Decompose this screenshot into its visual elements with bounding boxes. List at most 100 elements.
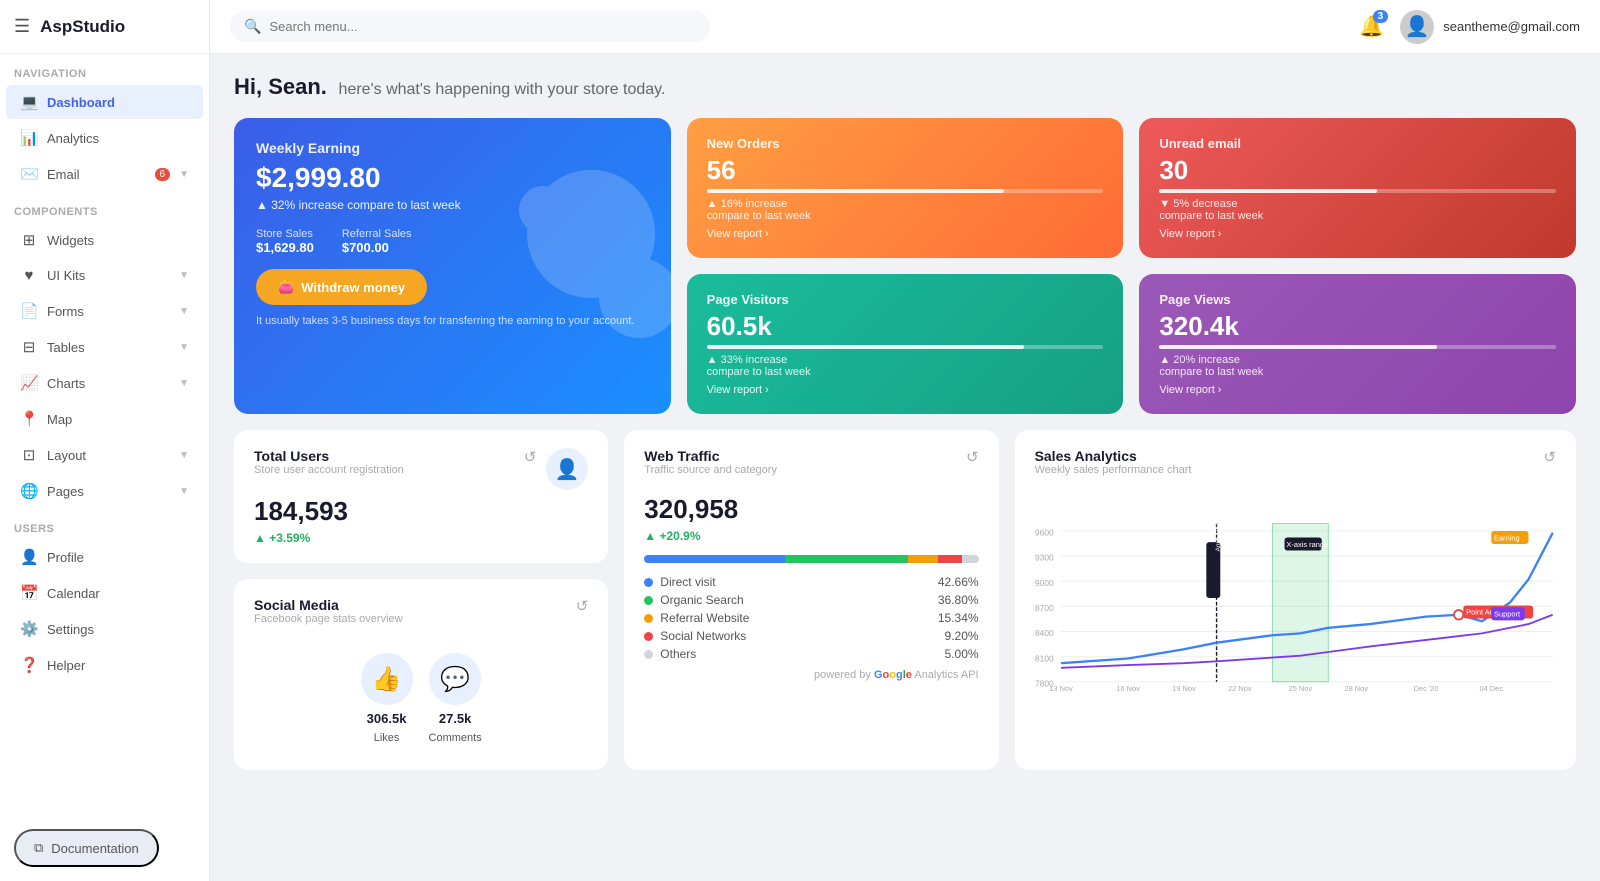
- traffic-referral-bar: [908, 555, 938, 563]
- topbar: 🔍 🔔 3 👤 seantheme@gmail.com: [210, 0, 1600, 54]
- sidebar-item-forms[interactable]: 📄 Forms ▼: [6, 294, 203, 328]
- hamburger-icon[interactable]: ☰: [14, 16, 30, 37]
- notification-bell[interactable]: 🔔 3: [1359, 14, 1384, 39]
- likes-count: 306.5k: [367, 711, 407, 726]
- social-icons-row: 👍 306.5k Likes 💬 27.5k Comments: [254, 653, 588, 744]
- sidebar-item-tables[interactable]: ⊟ Tables ▼: [6, 330, 203, 364]
- total-users-value: 184,593: [254, 496, 588, 527]
- svg-text:19 Nov: 19 Nov: [1172, 684, 1196, 693]
- svg-text:Support: Support: [1494, 610, 1521, 619]
- web-traffic-refresh[interactable]: ↺: [966, 448, 979, 466]
- legend-others: Others 5.00%: [644, 647, 978, 661]
- svg-text:28 Nov: 28 Nov: [1344, 684, 1368, 693]
- social-media-refresh[interactable]: ↺: [576, 597, 589, 615]
- avatar: 👤: [1400, 10, 1434, 44]
- new-orders-link[interactable]: View report ›: [707, 228, 769, 240]
- greeting: Hi, Sean. here's what's happening with y…: [234, 74, 1576, 100]
- sidebar-item-settings[interactable]: ⚙️ Settings: [6, 612, 203, 646]
- unread-email-title: Unread email: [1159, 136, 1556, 151]
- dot-others: [644, 650, 653, 659]
- traffic-social-bar: [938, 555, 961, 563]
- page-views-link[interactable]: View report ›: [1159, 384, 1221, 396]
- search-wrap[interactable]: 🔍: [230, 11, 710, 42]
- svg-text:8700: 8700: [1035, 603, 1054, 613]
- sales-analytics-refresh[interactable]: ↺: [1543, 448, 1556, 466]
- chevron-icon: ▼: [179, 450, 189, 461]
- page-visitors-bar-wrap: [707, 345, 1104, 349]
- sidebar-item-widgets[interactable]: ⊞ Widgets: [6, 223, 203, 257]
- users-section-label: Users: [0, 509, 209, 539]
- sidebar-item-label: Forms: [47, 304, 170, 319]
- analytics-icon: 📊: [20, 129, 38, 147]
- withdraw-button[interactable]: 👛 Withdraw money: [256, 269, 427, 305]
- store-sales-label: Store Sales: [256, 228, 314, 240]
- sidebar-item-map[interactable]: 📍 Map: [6, 402, 203, 436]
- sidebar-item-charts[interactable]: 📈 Charts ▼: [6, 366, 203, 400]
- bottom-grid: Total Users Store user account registrat…: [234, 430, 1576, 770]
- web-traffic-card: Web Traffic Traffic source and category …: [624, 430, 998, 770]
- sidebar-item-label: Analytics: [47, 131, 189, 146]
- comments-label: Comments: [429, 732, 482, 744]
- notification-badge: 3: [1373, 10, 1389, 23]
- weekly-change: ▲ 32% increase compare to last week: [256, 198, 649, 212]
- referral-sales-value: $700.00: [342, 240, 412, 255]
- sidebar-item-helper[interactable]: ❓ Helper: [6, 648, 203, 682]
- page-views-bar: [1159, 345, 1437, 349]
- dot-organic: [644, 596, 653, 605]
- page-visitors-link[interactable]: View report ›: [707, 384, 769, 396]
- greeting-subtitle: here's what's happening with your store …: [339, 81, 666, 98]
- weekly-note: It usually takes 3-5 business days for t…: [256, 315, 649, 327]
- sidebar-item-label: Helper: [47, 658, 189, 673]
- user-info[interactable]: 👤 seantheme@gmail.com: [1400, 10, 1580, 44]
- sidebar-item-calendar[interactable]: 📅 Calendar: [6, 576, 203, 610]
- sidebar-item-label: Settings: [47, 622, 189, 637]
- sidebar-item-analytics[interactable]: 📊 Analytics: [6, 121, 203, 155]
- new-orders-bar-wrap: [707, 189, 1104, 193]
- unread-email-link[interactable]: View report ›: [1159, 228, 1221, 240]
- weekly-earning-card: Weekly Earning $2,999.80 ▲ 32% increase …: [234, 118, 671, 414]
- sidebar-item-label: Tables: [47, 340, 170, 355]
- comments-icon-circle: 💬: [429, 653, 481, 705]
- charts-icon: 📈: [20, 374, 38, 392]
- legend-referral: Referral Website 15.34%: [644, 611, 978, 625]
- unread-email-card: Unread email 30 ▼ 5% decreasecompare to …: [1139, 118, 1576, 258]
- dashboard-icon: 💻: [20, 93, 38, 111]
- search-input[interactable]: [269, 19, 696, 34]
- total-users-refresh[interactable]: ↺: [524, 448, 537, 466]
- social-media-header: Social Media Facebook page stats overvie…: [254, 597, 588, 637]
- traffic-legend: Direct visit 42.66% Organic Search 36.80…: [644, 575, 978, 661]
- weekly-title: Weekly Earning: [256, 140, 649, 156]
- sidebar-item-label: Dashboard: [47, 95, 189, 110]
- chevron-icon: ▼: [179, 378, 189, 389]
- nav-section-label: Navigation: [0, 54, 209, 84]
- sidebar-item-label: Layout: [47, 448, 170, 463]
- total-users-header: Total Users Store user account registrat…: [254, 448, 588, 490]
- svg-text:13 Nov: 13 Nov: [1049, 684, 1073, 693]
- new-orders-change: ▲ 16% increasecompare to last week: [707, 198, 1104, 222]
- page-views-card: Page Views 320.4k ▲ 20% increasecompare …: [1139, 274, 1576, 414]
- sidebar-item-label: Charts: [47, 376, 170, 391]
- sidebar-item-email[interactable]: ✉️ Email 6 ▼: [6, 157, 203, 191]
- total-users-icon: 👤: [546, 448, 588, 490]
- svg-text:Dec '20: Dec '20: [1413, 684, 1438, 693]
- others-pct: 5.00%: [945, 647, 979, 661]
- web-traffic-change: ▲ +20.9%: [644, 529, 978, 543]
- svg-text:25 Nov: 25 Nov: [1288, 684, 1312, 693]
- documentation-button[interactable]: ⧉ Documentation: [14, 829, 159, 867]
- sidebar-item-dashboard[interactable]: 💻 Dashboard: [6, 85, 203, 119]
- email-badge: 6: [155, 168, 171, 181]
- sidebar-item-profile[interactable]: 👤 Profile: [6, 540, 203, 574]
- sales-analytics-sub: Weekly sales performance chart: [1035, 464, 1192, 476]
- sales-analytics-card: Sales Analytics Weekly sales performance…: [1015, 430, 1576, 770]
- layout-icon: ⊡: [20, 446, 38, 464]
- chevron-icon: ▼: [179, 306, 189, 317]
- legend-organic: Organic Search 36.80%: [644, 593, 978, 607]
- likes-label: Likes: [374, 732, 400, 744]
- forms-icon: 📄: [20, 302, 38, 320]
- sidebar-item-ui-kits[interactable]: ♥ UI Kits ▼: [6, 259, 203, 292]
- social-media-sub: Facebook page stats overview: [254, 613, 403, 625]
- sidebar-item-layout[interactable]: ⊡ Layout ▼: [6, 438, 203, 472]
- svg-text:Anno. Test: Anno. Test: [1214, 521, 1221, 552]
- social-media-card: Social Media Facebook page stats overvie…: [234, 579, 608, 770]
- sidebar-item-pages[interactable]: 🌐 Pages ▼: [6, 474, 203, 508]
